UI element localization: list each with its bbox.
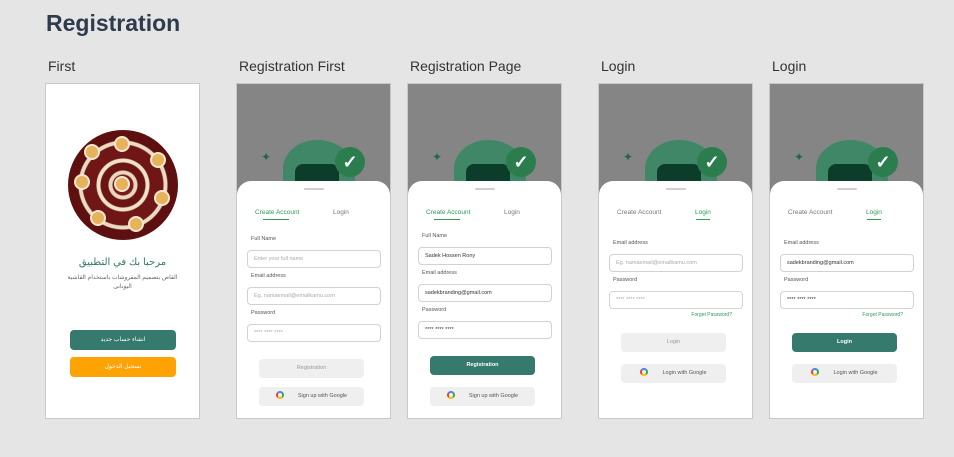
google-icon [275,390,284,399]
full-name-input[interactable]: Sadek Hossen Rony [418,247,552,265]
welcome-subtitle: القاص بتصميم المفروشات باستخدام القاشية … [67,275,178,290]
create-account-button[interactable]: انشاء حساب جديد [70,330,176,350]
check-icon: ✓ [506,147,536,177]
tab-login[interactable]: Login [333,209,349,216]
password-input[interactable]: **** **** **** [418,321,552,339]
google-icon [446,390,455,399]
check-icon: ✓ [697,147,727,177]
password-label: Password [251,310,276,316]
frame-registration-first: ✓ ✦ Create Account Login Full Name Enter… [236,83,391,419]
login-button[interactable]: تسجيل الدخول [70,357,176,377]
active-tab-indicator [696,219,710,220]
tab-create-account[interactable]: Create Account [255,209,299,216]
forgot-password-link[interactable]: Forget Password? [862,312,903,318]
check-icon: ✓ [868,147,898,177]
full-name-input[interactable]: Enter your full name [247,250,381,268]
password-input[interactable]: **** **** **** [247,324,381,342]
frame-first: مرحبا بك في التطبيق القاص بتصميم المفروش… [45,83,200,419]
page-title: Registration [46,10,181,36]
sparkle-icon: ✦ [794,150,805,164]
google-signup-button[interactable]: Sign up with Google [259,387,364,406]
hero-illustration: ✓ ✦ [599,84,752,194]
google-icon [640,367,649,376]
tab-create-account[interactable]: Create Account [788,209,832,216]
check-icon: ✓ [335,147,365,177]
email-input[interactable]: sadekbranding@gmail.com [780,254,914,272]
google-login-label: Login with Google [662,370,707,376]
frame-label-first: First [48,58,76,74]
email-label: Email address [251,273,286,279]
form-sheet: Create Account Login Email address Eg. n… [599,181,752,418]
sparkle-icon: ✦ [623,150,634,164]
login-button[interactable]: Login [621,333,726,352]
password-input[interactable]: **** **** **** [780,291,914,309]
tab-login[interactable]: Login [695,209,711,216]
password-label: Password [613,277,638,283]
sparkle-icon: ✦ [432,150,443,164]
frame-registration-page: ✓ ✦ Create Account Login Full Name Sadek… [407,83,562,419]
google-login-label: Login with Google [833,370,878,376]
google-login-button[interactable]: Login with Google [792,364,897,383]
tab-login[interactable]: Login [504,209,520,216]
google-signup-label: Sign up with Google [468,393,519,399]
form-sheet: Create Account Login Full Name Enter you… [237,181,390,418]
frame-label-registration-first: Registration First [239,58,345,74]
email-input[interactable]: Eg. namaemail@emailkamu.com [609,254,743,272]
email-label: Email address [422,270,457,276]
frame-login-filled: ✓ ✦ Create Account Login Email address s… [769,83,924,419]
password-input[interactable]: **** **** **** [609,291,743,309]
frame-label-login-filled: Login [772,58,807,74]
welcome-text: مرحبا بك في التطبيق [78,257,167,268]
tab-create-account[interactable]: Create Account [617,209,661,216]
hero-illustration: ✓ ✦ [770,84,923,194]
google-login-button[interactable]: Login with Google [621,364,726,383]
frame-label-login-empty: Login [601,58,636,74]
email-input[interactable]: sadekbranding@gmail.com [418,284,552,302]
active-tab-indicator [434,219,460,220]
google-signup-button[interactable]: Sign up with Google [430,387,535,406]
email-input[interactable]: Eg. namaemail@emailkamu.com [247,287,381,305]
tab-create-account[interactable]: Create Account [426,209,470,216]
password-label: Password [422,307,447,313]
hero-illustration: ✓ ✦ [237,84,390,194]
login-button[interactable]: Login [792,333,897,352]
full-name-label: Full Name [422,233,448,239]
drag-handle[interactable] [475,188,495,190]
sparkle-icon: ✦ [261,150,272,164]
full-name-label: Full Name [251,236,277,242]
forgot-password-link[interactable]: Forget Password? [691,312,732,318]
hero-illustration: ✓ ✦ [408,84,561,194]
form-sheet: Create Account Login Full Name Sadek Hos… [408,181,561,418]
tab-login[interactable]: Login [866,209,882,216]
google-signup-label: Sign up with Google [297,393,348,399]
google-icon [811,367,820,376]
form-sheet: Create Account Login Email address sadek… [770,181,923,418]
drag-handle[interactable] [304,188,324,190]
email-label: Email address [613,240,648,246]
frame-label-registration-page: Registration Page [410,58,522,74]
drag-handle[interactable] [666,188,686,190]
registration-button[interactable]: Registration [259,359,364,378]
registration-button[interactable]: Registration [430,356,535,375]
food-plate-image [68,130,178,240]
active-tab-indicator [263,219,289,220]
frame-login-empty: ✓ ✦ Create Account Login Email address E… [598,83,753,419]
password-label: Password [784,277,809,283]
active-tab-indicator [867,219,881,220]
drag-handle[interactable] [837,188,857,190]
email-label: Email address [784,240,819,246]
